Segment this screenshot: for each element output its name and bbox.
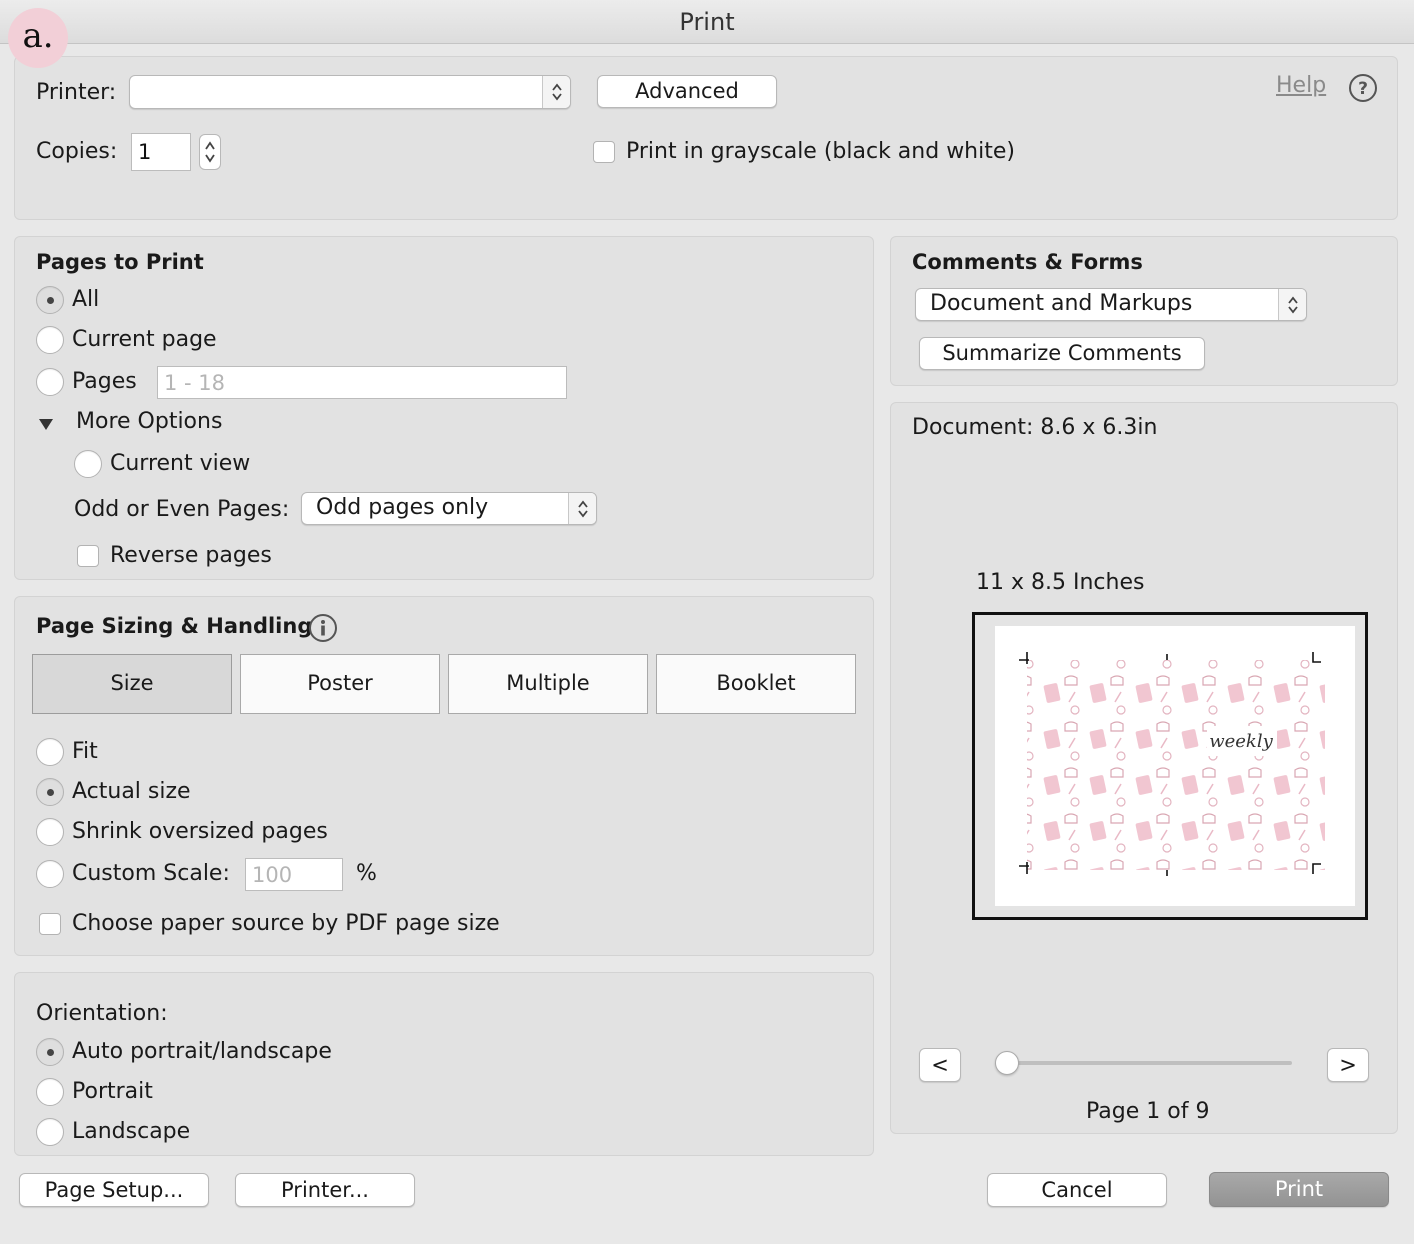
page-setup-button[interactable]: Page Setup...: [19, 1173, 209, 1207]
printer-label: Printer:: [36, 80, 117, 105]
document-size-label: Document: 8.6 x 6.3in: [912, 415, 1158, 440]
custom-scale-radio[interactable]: [36, 860, 64, 888]
summarize-comments-button[interactable]: Summarize Comments: [919, 337, 1205, 370]
pages-to-print-heading: Pages to Print: [36, 250, 204, 274]
tab-size[interactable]: Size: [32, 654, 232, 714]
printer-properties-button[interactable]: Printer...: [235, 1173, 415, 1207]
landscape-radio[interactable]: [36, 1118, 64, 1146]
shrink-oversized-radio[interactable]: [36, 818, 64, 846]
tab-multiple[interactable]: Multiple: [448, 654, 648, 714]
portrait-radio[interactable]: [36, 1078, 64, 1106]
auto-orientation-label: Auto portrait/landscape: [72, 1039, 332, 1064]
odd-even-select[interactable]: Odd pages only: [301, 492, 597, 525]
current-view-label: Current view: [110, 451, 251, 476]
custom-scale-input[interactable]: 100: [245, 858, 343, 891]
fit-label: Fit: [72, 739, 98, 764]
comments-forms-select-value: Document and Markups: [930, 291, 1193, 316]
tab-booklet[interactable]: Booklet: [656, 654, 856, 714]
tab-poster[interactable]: Poster: [240, 654, 440, 714]
current-view-radio[interactable]: [74, 450, 102, 478]
page-sizing-heading: Page Sizing & Handling: [36, 614, 313, 638]
percent-label: %: [356, 861, 377, 886]
landscape-label: Landscape: [72, 1119, 191, 1144]
actual-size-label: Actual size: [72, 779, 191, 804]
reverse-pages-checkbox[interactable]: [77, 545, 99, 567]
page-sizing-panel: [14, 596, 874, 956]
copies-stepper[interactable]: [199, 134, 221, 170]
updown-arrows-icon: [568, 493, 596, 524]
paper-size-label: 11 x 8.5 Inches: [976, 570, 1145, 595]
comments-forms-heading: Comments & Forms: [912, 250, 1143, 274]
window-title-bar: Print: [0, 0, 1414, 44]
advanced-button[interactable]: Advanced: [597, 75, 777, 108]
paper-source-label: Choose paper source by PDF page size: [72, 911, 500, 936]
portrait-label: Portrait: [72, 1079, 153, 1104]
pages-range-input[interactable]: 1 - 18: [157, 366, 567, 399]
current-page-radio[interactable]: [36, 326, 64, 354]
all-pages-label: All: [72, 287, 100, 312]
preview-page: weekly: [995, 626, 1355, 906]
pages-to-print-panel: [14, 236, 874, 580]
svg-text:?: ?: [1358, 79, 1368, 99]
page-slider-track[interactable]: [1005, 1061, 1292, 1065]
orientation-heading: Orientation:: [36, 1001, 168, 1026]
print-button[interactable]: Print: [1209, 1172, 1389, 1207]
more-options-label[interactable]: More Options: [76, 409, 222, 434]
preview-text: weekly: [1209, 731, 1273, 752]
preview-thumbnail: weekly: [1019, 652, 1325, 876]
next-page-button[interactable]: >: [1327, 1048, 1369, 1082]
all-pages-radio[interactable]: [36, 286, 64, 314]
disclosure-triangle-icon[interactable]: [38, 416, 54, 435]
updown-arrows-icon: [542, 76, 570, 108]
help-link[interactable]: Help: [1276, 73, 1326, 98]
grayscale-label: Print in grayscale (black and white): [626, 139, 1015, 164]
odd-even-select-value: Odd pages only: [316, 495, 489, 520]
copies-label: Copies:: [36, 139, 118, 164]
reverse-pages-label: Reverse pages: [110, 543, 272, 568]
shrink-oversized-label: Shrink oversized pages: [72, 819, 328, 844]
page-slider-thumb[interactable]: [995, 1051, 1019, 1075]
fit-radio[interactable]: [36, 738, 64, 766]
auto-orientation-radio[interactable]: [36, 1038, 64, 1066]
pages-range-radio[interactable]: [36, 368, 64, 396]
info-icon[interactable]: [308, 613, 338, 643]
current-page-label: Current page: [72, 327, 217, 352]
grayscale-checkbox[interactable]: [593, 141, 615, 163]
previous-page-button[interactable]: <: [919, 1048, 961, 1082]
printer-select[interactable]: [129, 75, 571, 109]
comments-forms-select[interactable]: Document and Markups: [915, 288, 1307, 321]
copies-input[interactable]: 1: [131, 133, 191, 171]
stepper-arrows-icon: [205, 141, 215, 163]
help-icon[interactable]: ?: [1348, 73, 1378, 103]
pages-range-label: Pages: [72, 369, 137, 394]
updown-arrows-icon: [1278, 289, 1306, 320]
figure-label-badge: a.: [8, 8, 68, 68]
page-indicator: Page 1 of 9: [1086, 1099, 1210, 1124]
custom-scale-label: Custom Scale:: [72, 861, 230, 886]
window-title: Print: [679, 8, 735, 36]
odd-even-label: Odd or Even Pages:: [74, 497, 290, 522]
paper-source-checkbox[interactable]: [39, 913, 61, 935]
actual-size-radio[interactable]: [36, 778, 64, 806]
cancel-button[interactable]: Cancel: [987, 1173, 1167, 1207]
